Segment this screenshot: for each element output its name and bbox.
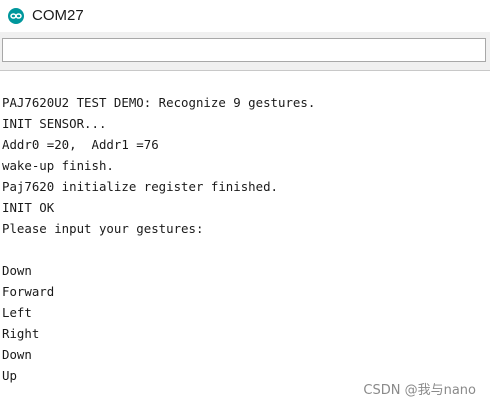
watermark: CSDN @我与nano	[363, 383, 476, 398]
output-line: PAJ7620U2 TEST DEMO: Recognize 9 gesture…	[2, 95, 316, 110]
window-title: COM27	[32, 7, 84, 24]
arduino-infinity-icon	[8, 8, 24, 24]
output-line: Paj7620 initialize register finished.	[2, 179, 279, 194]
output-line: INIT SENSOR...	[2, 116, 107, 131]
output-line: Addr0 =20, Addr1 =76	[2, 137, 159, 152]
output-line: Right	[2, 326, 40, 341]
output-line: Down	[2, 347, 32, 362]
output-line: Down	[2, 263, 32, 278]
title-bar: COM27	[0, 0, 490, 32]
output-line: Please input your gestures:	[2, 221, 204, 236]
serial-output-area[interactable]: PAJ7620U2 TEST DEMO: Recognize 9 gesture…	[0, 71, 490, 409]
output-line: INIT OK	[2, 200, 55, 215]
output-line: Up	[2, 368, 17, 383]
output-line: wake-up finish.	[2, 158, 114, 173]
serial-send-input[interactable]	[2, 38, 486, 62]
send-toolbar	[0, 32, 490, 71]
output-line: Forward	[2, 284, 55, 299]
output-line: Left	[2, 305, 32, 320]
